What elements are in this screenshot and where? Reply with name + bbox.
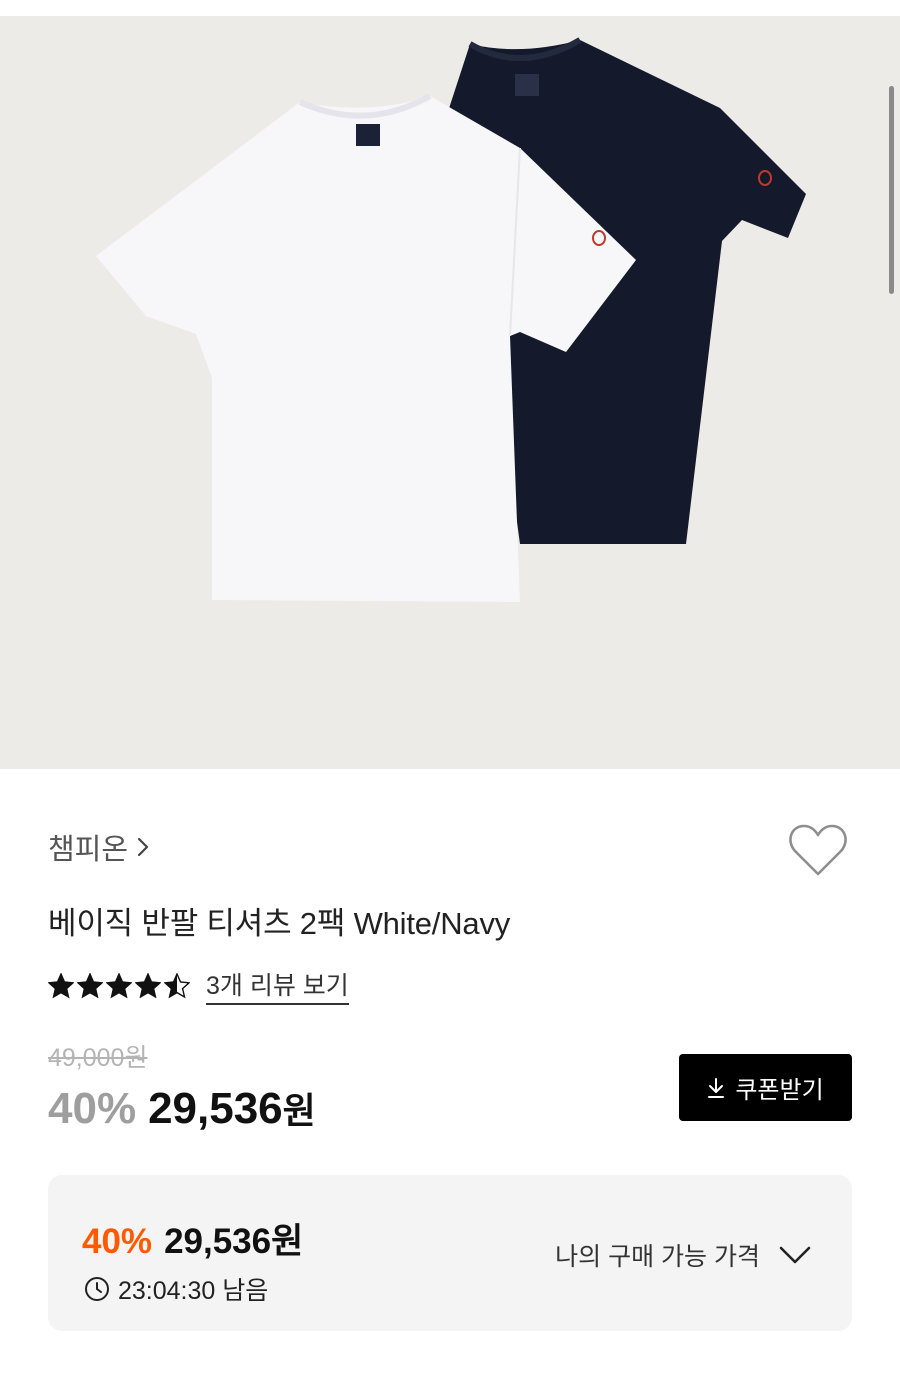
discount-rate: 40%	[48, 1084, 137, 1133]
clock-icon	[85, 1277, 109, 1301]
timer-text: 23:04:30 남음	[118, 1277, 269, 1305]
my-discount-rate: 40%	[82, 1222, 153, 1261]
my-price-row: 40% 29,536원	[82, 1213, 303, 1264]
star-rating	[48, 972, 190, 999]
star-icon	[106, 972, 132, 998]
my-price-value: 29,536원	[164, 1222, 304, 1261]
my-price-toggle-label: 나의 구매 가능 가격	[555, 1243, 760, 1271]
sale-price-row: 40% 29,536원	[48, 1082, 316, 1134]
coupon-button-label: 쿠폰받기	[735, 1077, 824, 1104]
review-link[interactable]: 3개 리뷰 보기	[206, 966, 349, 1005]
top-strip	[0, 0, 900, 16]
rating-row: 3개 리뷰 보기	[48, 966, 349, 1005]
my-price-panel[interactable]: 40% 29,536원 23:04:30 남음 나의 구매 가능 가격	[48, 1175, 852, 1331]
my-price-toggle[interactable]: 나의 구매 가능 가격	[555, 1237, 812, 1273]
timer-row: 23:04:30 남음	[84, 1271, 268, 1307]
original-price: 49,000원	[48, 1044, 148, 1072]
chevron-down-icon	[779, 1246, 811, 1264]
sale-price-number: 29,536	[148, 1084, 283, 1133]
product-title: 베이직 반팔 티셔츠 2팩 White/Navy	[48, 906, 511, 941]
sale-price-unit: 원	[282, 1090, 316, 1131]
download-icon	[708, 1077, 725, 1098]
coupon-button[interactable]: 쿠폰받기	[679, 1054, 852, 1121]
brand-link[interactable]: 챔피온	[48, 826, 152, 868]
star-icon	[135, 972, 161, 998]
heart-icon[interactable]	[787, 822, 849, 878]
sale-price: 29,536원	[148, 1082, 316, 1134]
chevron-right-icon	[137, 837, 149, 857]
star-icon	[77, 972, 103, 998]
tshirt-pack-illustration	[96, 37, 806, 602]
scrollbar[interactable]	[889, 86, 894, 294]
brand-name: 챔피온	[48, 834, 129, 866]
product-image[interactable]	[0, 16, 900, 769]
star-icon	[164, 972, 190, 998]
star-icon	[48, 972, 74, 998]
